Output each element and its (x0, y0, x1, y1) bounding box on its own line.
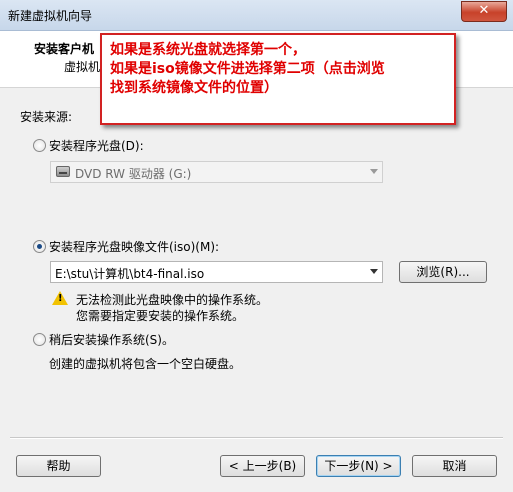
help-button[interactable]: 帮助 (16, 455, 101, 477)
iso-path-input[interactable]: E:\stu\计算机\bt4-final.iso (50, 261, 383, 283)
warning-text-2: 您需要指定要安装的操作系统。 (76, 309, 245, 323)
disc-option-label[interactable]: 安装程序光盘(D): (49, 137, 144, 154)
dvd-drive-icon (56, 166, 70, 177)
disc-drive-value: DVD RW 驱动器 (G:) (75, 167, 192, 181)
iso-radio[interactable] (33, 240, 46, 253)
close-button[interactable]: ✕ (461, 1, 507, 22)
footer-separator (10, 437, 503, 439)
new-vm-wizard-window: 新建虚拟机向导 ✕ 安装客户机 虚拟机 如果是系统光盘就选择第一个， 如果是is… (0, 0, 513, 492)
window-title: 新建虚拟机向导 (8, 9, 93, 23)
install-later-description: 创建的虚拟机将包含一个空白硬盘。 (49, 357, 242, 371)
annotation-line: 找到系统镜像文件的位置） (110, 80, 278, 96)
iso-path-value: E:\stu\计算机\bt4-final.iso (55, 267, 205, 281)
annotation-callout: 如果是系统光盘就选择第一个， 如果是iso镜像文件进选择第二项（点击浏览 找到系… (100, 33, 456, 125)
warning-text-1: 无法检测此光盘映像中的操作系统。 (76, 293, 269, 307)
header-title: 安装客户机 (34, 42, 95, 56)
title-bar[interactable]: 新建虚拟机向导 ✕ (0, 0, 513, 31)
annotation-line: 如果是iso镜像文件进选择第二项（点击浏览 (110, 61, 385, 77)
cancel-button[interactable]: 取消 (412, 455, 497, 477)
iso-option-label[interactable]: 安装程序光盘映像文件(iso)(M): (49, 238, 219, 255)
next-button[interactable]: 下一步(N) > (316, 455, 401, 477)
browse-button[interactable]: 浏览(R)... (399, 261, 487, 283)
install-later-label[interactable]: 稍后安装操作系统(S)。 (49, 331, 174, 348)
header-subtitle: 虚拟机 (64, 60, 101, 74)
disc-radio[interactable] (33, 139, 46, 152)
back-button[interactable]: < 上一步(B) (220, 455, 305, 477)
annotation-line: 如果是系统光盘就选择第一个， (110, 42, 306, 58)
chevron-down-icon (370, 169, 378, 174)
install-source-label: 安装来源: (20, 110, 73, 124)
warning-icon: ! (52, 291, 68, 305)
chevron-down-icon[interactable] (370, 269, 378, 274)
disc-drive-select[interactable]: DVD RW 驱动器 (G:) (50, 161, 383, 183)
close-icon: ✕ (478, 3, 490, 18)
install-later-radio[interactable] (33, 333, 46, 346)
